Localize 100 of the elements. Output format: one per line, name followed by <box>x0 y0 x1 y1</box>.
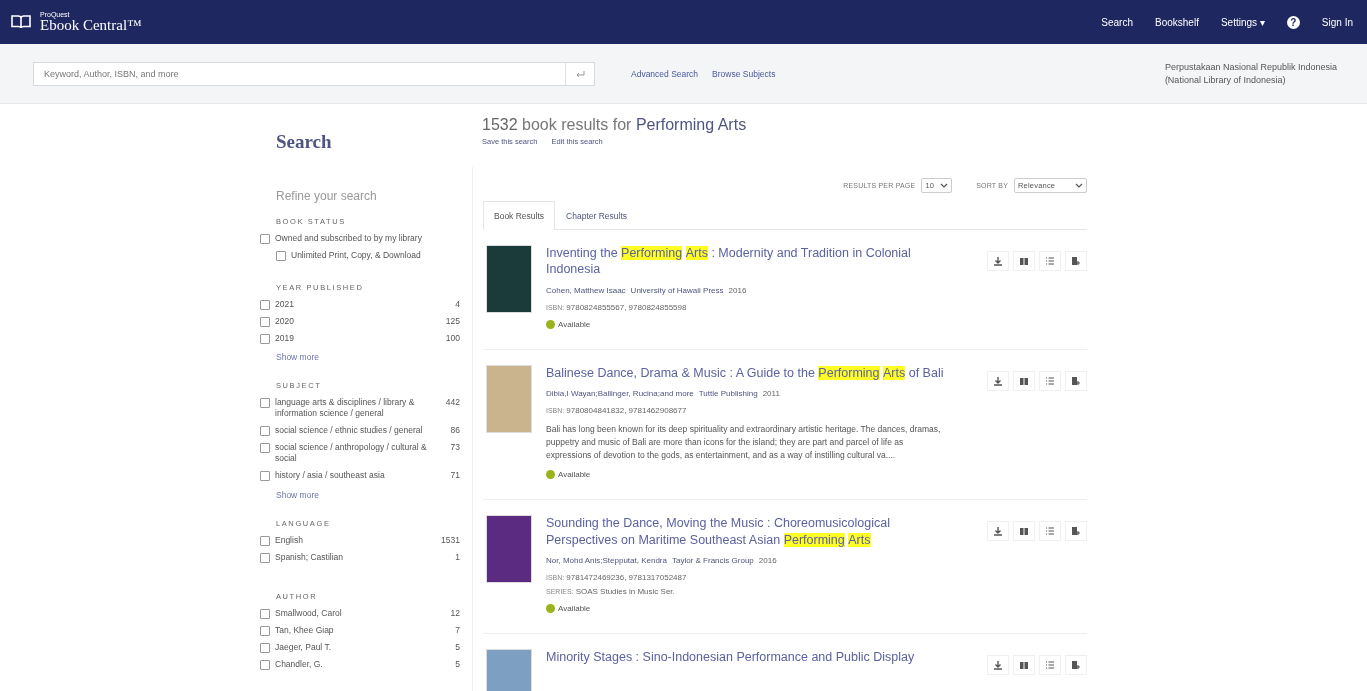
checkbox[interactable] <box>276 251 286 262</box>
download-icon <box>993 526 1003 537</box>
add-to-bookshelf-icon <box>1071 256 1081 266</box>
author-link[interactable]: Dibia,I Wayan;Ballinger, Rucina;and more <box>546 388 694 398</box>
facet-label[interactable]: Spanish; Castilian <box>275 551 427 563</box>
facet-label[interactable]: social science / anthropology / cultural & social <box>275 442 427 465</box>
help-button[interactable]: ? <box>1286 15 1300 29</box>
add-to-bookshelf-icon <box>1071 375 1081 386</box>
list-icon <box>1045 659 1055 670</box>
facet-label[interactable]: Owned and subscribed to by my library <box>275 233 470 245</box>
nav-link[interactable]: Search <box>1101 16 1133 28</box>
publisher-link[interactable]: University of Hawaii Press <box>630 285 724 295</box>
book-button[interactable] <box>1013 370 1035 391</box>
book-button[interactable] <box>1013 654 1035 675</box>
page-title: Search <box>276 131 333 153</box>
facet-label[interactable]: Unlimited Print, Copy, & Download <box>291 250 470 262</box>
book-icon <box>1019 659 1029 670</box>
search-field[interactable]: Keyword, Author, ISBN, and more <box>33 61 565 86</box>
checkbox[interactable] <box>260 552 270 563</box>
add-to-bookshelf-button[interactable] <box>1065 251 1087 271</box>
checkbox[interactable] <box>260 317 270 328</box>
list-icon <box>1045 256 1055 266</box>
checkbox[interactable] <box>260 443 270 454</box>
download-icon <box>993 256 1003 266</box>
add-to-bookshelf-icon <box>1071 659 1081 670</box>
checkbox[interactable] <box>260 625 270 636</box>
brand-title[interactable]: Ebook Central™ <box>40 18 142 33</box>
add-to-bookshelf-button[interactable] <box>1065 521 1087 542</box>
add-to-bookshelf-button[interactable] <box>1065 370 1087 391</box>
download-button[interactable] <box>987 251 1009 271</box>
facet-label[interactable]: language arts & disciplines / library & information science / general <box>275 397 427 420</box>
refine-heading: Refine your search <box>276 189 378 203</box>
facet-label[interactable]: Jaeger, Paul T. <box>275 641 427 653</box>
book-title-link[interactable]: Inventing the Performing Arts : Modernity and Tradition in Colonial Indonesia <box>546 245 946 278</box>
author-link[interactable]: Cohen, Matthew Isaac <box>546 285 626 295</box>
library-name: Perpustakaan Nasional Republik Indonesia <box>1164 61 1337 74</box>
add-to-bookshelf-button[interactable] <box>1065 654 1087 675</box>
facet-count: 73 <box>449 442 461 454</box>
facet-label[interactable]: 2020 <box>275 316 427 328</box>
book-icon <box>1019 256 1029 266</box>
facet-label[interactable]: 2021 <box>275 299 427 311</box>
return-icon <box>574 68 586 79</box>
checkbox[interactable] <box>260 535 270 546</box>
publication-year: 2011 <box>762 388 780 398</box>
show-more-link[interactable]: Show more <box>276 352 470 363</box>
book-button[interactable] <box>1013 251 1035 271</box>
download-button[interactable] <box>987 654 1009 675</box>
cover-placeholder[interactable] <box>486 515 532 584</box>
facet-label[interactable]: Smallwood, Carol <box>275 607 427 619</box>
checkbox[interactable] <box>260 608 270 619</box>
facet-count: 5 <box>454 658 461 670</box>
facet-count: 71 <box>449 470 461 482</box>
checkbox[interactable] <box>260 398 270 409</box>
facet-count: 86 <box>449 425 461 437</box>
cover-placeholder[interactable] <box>486 245 532 313</box>
facet-label[interactable]: Tan, Khee Giap <box>275 624 427 636</box>
book-icon <box>1019 526 1029 537</box>
results-tab[interactable]: Book Results <box>483 201 556 230</box>
browse-subjects-link[interactable]: Browse Subjects <box>712 68 776 79</box>
book-title-link[interactable]: Balinese Dance, Drama & Music : A Guide to the Performing Arts of Bali <box>546 364 946 381</box>
facet-count: 5 <box>454 641 461 653</box>
result-summary: book results for <box>521 116 633 133</box>
publication-year: 2016 <box>728 285 747 295</box>
search-query: Performing Arts <box>635 116 747 133</box>
list-icon <box>1045 526 1055 537</box>
facet-label[interactable]: history / asia / southeast asia <box>275 470 427 482</box>
download-button[interactable] <box>987 521 1009 542</box>
facet-count: 1531 <box>440 534 461 546</box>
facet-label[interactable]: social science / ethnic studies / general <box>275 425 427 437</box>
availability-label: Available <box>558 603 591 613</box>
checkbox[interactable] <box>260 426 270 437</box>
book-button[interactable] <box>1013 521 1035 542</box>
show-more-link[interactable]: Show more <box>276 489 470 500</box>
facet-count: 1 <box>454 551 461 563</box>
facet-count: 442 <box>444 397 461 409</box>
facet-label[interactable]: English <box>275 534 427 546</box>
checkbox[interactable] <box>260 471 270 482</box>
book-title-link[interactable]: Minority Stages : Sino-Indonesian Performance and Public Display <box>546 648 946 665</box>
publisher-link[interactable]: Tuttle Publishing <box>698 388 758 398</box>
submit-search-button[interactable] <box>565 61 595 86</box>
publisher-link[interactable]: Taylor & Francis Group <box>671 555 754 565</box>
author-link[interactable]: Nor, Mohd Anis;Stepputat, Kendra <box>546 555 667 565</box>
checkbox[interactable] <box>260 334 270 345</box>
sign-in-link[interactable]: Sign In <box>1321 16 1353 28</box>
checkbox[interactable] <box>260 642 270 653</box>
facet-count: 7 <box>454 624 461 636</box>
results-tab[interactable]: Chapter Results <box>555 201 639 230</box>
book-icon <box>1019 375 1029 386</box>
nav-link[interactable]: Bookshelf <box>1155 16 1199 28</box>
download-icon <box>993 375 1003 386</box>
checkbox[interactable] <box>260 300 270 311</box>
add-to-bookshelf-icon <box>1071 526 1081 537</box>
facet-label[interactable]: Chandler, G. <box>275 658 427 670</box>
book-title-link[interactable]: Sounding the Dance, Moving the Music : Choreomusicological Perspectives on Maritime Southeast Asian Performing Arts <box>546 515 946 548</box>
settings-menu[interactable]: Settings ▾ <box>1220 16 1265 28</box>
facet-label[interactable]: 2019 <box>275 333 427 345</box>
advanced-search-link[interactable]: Advanced Search <box>631 68 699 79</box>
download-button[interactable] <box>987 370 1009 391</box>
checkbox[interactable] <box>260 659 270 670</box>
checkbox[interactable] <box>260 234 270 244</box>
